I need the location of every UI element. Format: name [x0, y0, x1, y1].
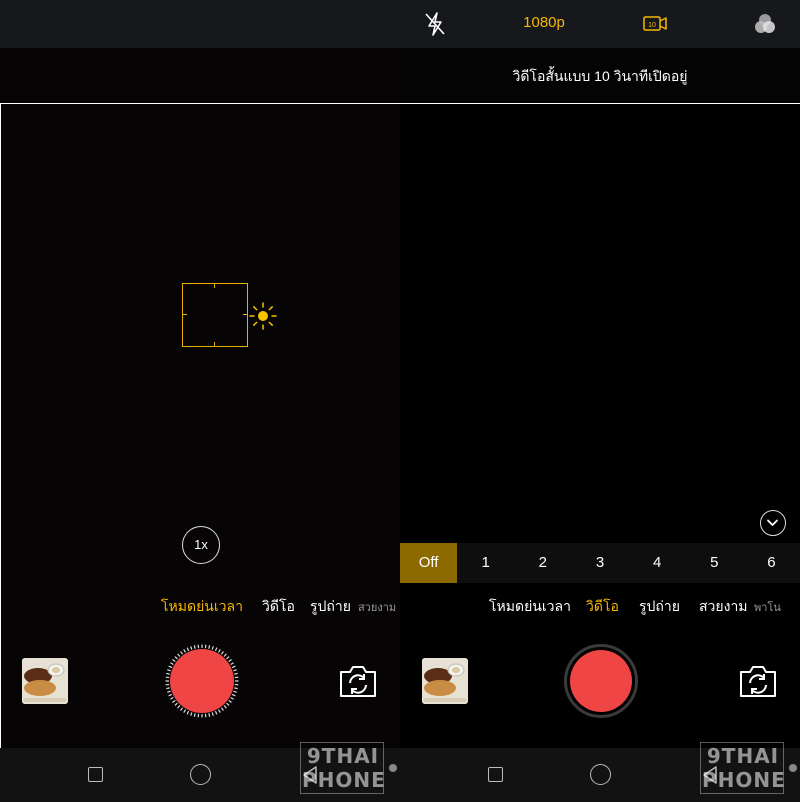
exposure-sun-icon[interactable] [249, 302, 277, 330]
gallery-thumbnail[interactable] [22, 658, 68, 704]
timer-option-6[interactable]: 6 [743, 543, 800, 583]
mode-photo[interactable]: รูปถ่าย [639, 596, 680, 618]
timer-option-4[interactable]: 4 [629, 543, 686, 583]
short-video-icon[interactable]: 10 [640, 9, 670, 39]
recents-icon[interactable] [88, 767, 103, 782]
watermark-line1: 9THAI [306, 744, 380, 768]
timer-option-1[interactable]: 1 [457, 543, 514, 583]
watermark: 9THAI PHONE [292, 736, 397, 798]
food-photo-icon [422, 658, 468, 704]
timer-option-off[interactable]: Off [400, 543, 458, 583]
recents-icon[interactable] [488, 767, 503, 782]
viewfinder-left-edge [0, 103, 1, 748]
right-camera-screen: 1080p 10 วิดีโอสั้นแบบ 10 วินาทีเปิดอยู่… [400, 0, 800, 802]
zoom-button[interactable]: 1x [182, 526, 220, 564]
collapse-button[interactable] [760, 510, 786, 536]
mode-selector: โหมดย่นเวลา วิดีโอ รูปถ่าย สวยงาม พาโน [400, 596, 800, 616]
watermark-line2: PHONE [702, 768, 786, 792]
focus-frame[interactable] [182, 283, 248, 347]
mode-panorama[interactable]: พาโน [754, 598, 781, 616]
watermark-line1: 9THAI [706, 744, 780, 768]
timer-strip: Off 1 2 3 4 5 6 [400, 543, 800, 583]
mode-timelapse[interactable]: โหมดย่นเวลา [161, 596, 243, 618]
chevron-down-icon [767, 519, 778, 526]
top-bar: 1080p 10 [400, 0, 800, 48]
food-photo-icon [22, 658, 68, 704]
mode-video[interactable]: วิดีโอ [262, 596, 295, 618]
resolution-button[interactable]: 1080p [512, 14, 576, 31]
short-video-tip: วิดีโอสั้นแบบ 10 วินาทีเปิดอยู่ [512, 68, 688, 84]
gallery-thumbnail[interactable] [422, 658, 468, 704]
timer-option-2[interactable]: 2 [514, 543, 571, 583]
left-camera-screen: 1x โหมดย่นเวลา วิดีโอ รูปถ่าย สวยงาม 9TH… [0, 0, 400, 802]
home-icon[interactable] [190, 764, 211, 785]
record-button[interactable] [170, 649, 234, 713]
mode-beauty[interactable]: สวยงาม [699, 596, 748, 618]
timer-option-3[interactable]: 3 [571, 543, 628, 583]
mode-selector: โหมดย่นเวลา วิดีโอ รูปถ่าย สวยงาม [0, 596, 400, 616]
mode-photo[interactable]: รูปถ่าย [310, 596, 351, 618]
mode-timelapse[interactable]: โหมดย่นเวลา [489, 596, 571, 618]
flash-off-icon[interactable] [420, 9, 450, 39]
watermark: 9THAI PHONE [692, 736, 797, 798]
switch-camera-icon[interactable] [337, 663, 379, 699]
color-filter-icon[interactable] [750, 9, 780, 39]
mode-beauty[interactable]: สวยงาม [358, 598, 396, 616]
watermark-line2: PHONE [302, 768, 386, 792]
home-icon[interactable] [590, 764, 611, 785]
mode-video[interactable]: วิดีโอ [586, 596, 619, 618]
timer-option-5[interactable]: 5 [686, 543, 743, 583]
viewfinder-top-edge [0, 103, 400, 104]
viewfinder-top-edge [400, 103, 800, 104]
top-bar [0, 0, 400, 48]
switch-camera-icon[interactable] [737, 663, 779, 699]
record-button[interactable] [570, 650, 632, 712]
short-video-badge: 10 [648, 22, 656, 29]
sub-bar [0, 48, 400, 104]
